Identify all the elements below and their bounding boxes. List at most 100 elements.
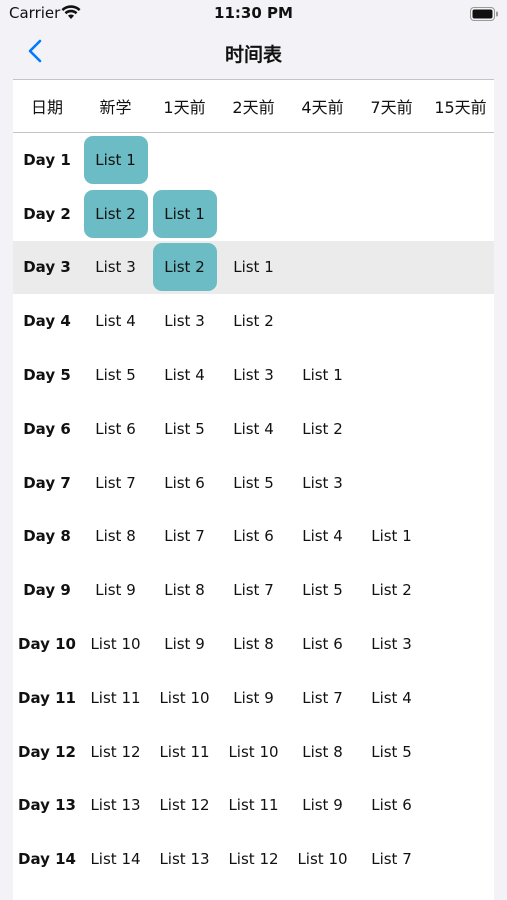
table-row[interactable]: Day 14 List 14 List 13 List 12 List 10 List 7 — [13, 832, 494, 886]
list-cell[interactable]: List 8 — [150, 566, 219, 614]
column-header: 日期 — [30, 98, 63, 117]
table-row[interactable]: Day 6 List 6 List 5 List 4 List 2 — [13, 402, 494, 456]
list-cell[interactable]: List 7 — [150, 512, 219, 560]
list-cell[interactable]: List 1 — [150, 189, 219, 238]
day-label: Day 4 — [23, 312, 71, 331]
day-label: Day 5 — [23, 366, 71, 385]
list-cell[interactable]: List 10 — [288, 835, 357, 883]
completed-list-pill[interactable]: List 2 — [83, 189, 148, 238]
day-label: Day 14 — [18, 850, 76, 869]
list-cell[interactable]: List 4 — [81, 297, 150, 345]
table-row[interactable]: Day 2 List 2 List 1 — [13, 187, 494, 241]
table-row[interactable]: Day 4 List 4 List 3 List 2 — [13, 294, 494, 348]
list-cell[interactable]: List 1 — [81, 135, 150, 184]
list-cell[interactable]: List 6 — [81, 405, 150, 453]
list-cell[interactable]: List 6 — [357, 781, 426, 829]
status-bar: Carrier 11:30 PM — [0, 0, 507, 30]
list-cell — [426, 620, 494, 668]
list-cell[interactable]: List 5 — [81, 351, 150, 399]
list-cell[interactable]: List 8 — [288, 728, 357, 776]
list-cell[interactable]: List 1 — [219, 243, 288, 291]
list-cell[interactable]: List 12 — [150, 781, 219, 829]
list-cell[interactable]: List 6 — [288, 620, 357, 668]
list-cell[interactable]: List 10 — [150, 674, 219, 722]
list-cell[interactable]: List 2 — [288, 405, 357, 453]
list-cell[interactable]: List 2 — [150, 243, 219, 292]
list-cell — [357, 297, 426, 345]
list-cell[interactable]: List 11 — [219, 781, 288, 829]
list-cell — [357, 136, 426, 184]
list-cell — [426, 405, 494, 453]
list-cell[interactable]: List 12 — [81, 728, 150, 776]
list-cell[interactable]: List 4 — [288, 512, 357, 560]
table-row[interactable]: Day 11 List 11 List 10 List 9 List 7 List 4 — [13, 671, 494, 725]
list-cell[interactable]: List 8 — [219, 620, 288, 668]
list-cell[interactable]: List 6 — [219, 512, 288, 560]
completed-list-pill[interactable]: List 1 — [152, 189, 217, 238]
list-cell[interactable]: List 3 — [357, 620, 426, 668]
list-cell[interactable]: List 4 — [150, 351, 219, 399]
table-row[interactable]: Day 5 List 5 List 4 List 3 List 1 — [13, 348, 494, 402]
list-cell[interactable]: List 9 — [150, 620, 219, 668]
table-row[interactable]: Day 10 List 10 List 9 List 8 List 6 List 3 — [13, 617, 494, 671]
list-cell[interactable]: List 5 — [219, 459, 288, 507]
list-cell[interactable]: List 9 — [81, 566, 150, 614]
column-header: 2天前 — [232, 98, 275, 117]
day-label: Day 10 — [18, 635, 76, 654]
day-label: Day 13 — [18, 796, 76, 815]
list-cell[interactable]: List 11 — [150, 728, 219, 776]
list-cell[interactable]: List 13 — [150, 835, 219, 883]
list-cell[interactable]: List 2 — [357, 566, 426, 614]
list-cell[interactable]: List 11 — [81, 674, 150, 722]
list-cell[interactable]: List 4 — [357, 674, 426, 722]
day-label: Day 1 — [23, 150, 71, 169]
list-cell — [288, 243, 357, 291]
column-header: 15天前 — [434, 98, 487, 117]
list-cell[interactable]: List 8 — [81, 512, 150, 560]
list-cell[interactable]: List 7 — [219, 566, 288, 614]
list-cell[interactable]: List 13 — [81, 781, 150, 829]
list-cell[interactable]: List 10 — [81, 620, 150, 668]
list-cell — [357, 405, 426, 453]
list-cell[interactable]: List 10 — [219, 728, 288, 776]
list-cell[interactable]: List 6 — [150, 459, 219, 507]
list-cell[interactable]: List 3 — [288, 459, 357, 507]
list-cell — [426, 459, 494, 507]
column-header: 新学 — [99, 98, 132, 117]
list-cell[interactable]: List 12 — [219, 835, 288, 883]
table-row[interactable]: Day 1 List 1 — [13, 133, 494, 187]
list-cell[interactable]: List 5 — [288, 566, 357, 614]
column-header: 1天前 — [163, 98, 206, 117]
table-row[interactable]: Day 7 List 7 List 6 List 5 List 3 — [13, 456, 494, 510]
day-label: Day 2 — [23, 204, 71, 223]
list-cell[interactable]: List 7 — [288, 674, 357, 722]
list-cell — [426, 243, 494, 291]
list-cell[interactable]: List 1 — [357, 512, 426, 560]
list-cell — [426, 674, 494, 722]
list-cell — [426, 566, 494, 614]
table-row[interactable]: Day 13 List 13 List 12 List 11 List 9 List 6 — [13, 779, 494, 833]
list-cell[interactable]: List 7 — [357, 835, 426, 883]
list-cell[interactable]: List 2 — [219, 297, 288, 345]
list-cell[interactable]: List 2 — [81, 189, 150, 238]
table-row[interactable]: Day 12 List 12 List 11 List 10 List 8 List 5 — [13, 725, 494, 779]
list-cell[interactable]: List 5 — [357, 728, 426, 776]
list-cell[interactable]: List 4 — [219, 405, 288, 453]
completed-list-pill[interactable]: List 2 — [152, 243, 217, 292]
page-title: 时间表 — [224, 44, 282, 66]
table-row[interactable]: Day 3 List 3 List 2 List 1 — [13, 240, 494, 295]
table-row[interactable]: Day 8 List 8 List 7 List 6 List 4 List 1 — [13, 510, 494, 564]
column-header: 7天前 — [370, 98, 413, 117]
completed-list-pill[interactable]: List 1 — [83, 135, 148, 184]
list-cell[interactable]: List 9 — [219, 674, 288, 722]
list-cell[interactable]: List 7 — [81, 459, 150, 507]
list-cell[interactable]: List 3 — [219, 351, 288, 399]
list-cell[interactable]: List 1 — [288, 351, 357, 399]
list-cell — [357, 243, 426, 291]
list-cell[interactable]: List 14 — [81, 835, 150, 883]
list-cell[interactable]: List 3 — [150, 297, 219, 345]
list-cell[interactable]: List 5 — [150, 405, 219, 453]
list-cell[interactable]: List 3 — [81, 243, 150, 291]
list-cell[interactable]: List 9 — [288, 781, 357, 829]
table-row[interactable]: Day 9 List 9 List 8 List 7 List 5 List 2 — [13, 563, 494, 617]
